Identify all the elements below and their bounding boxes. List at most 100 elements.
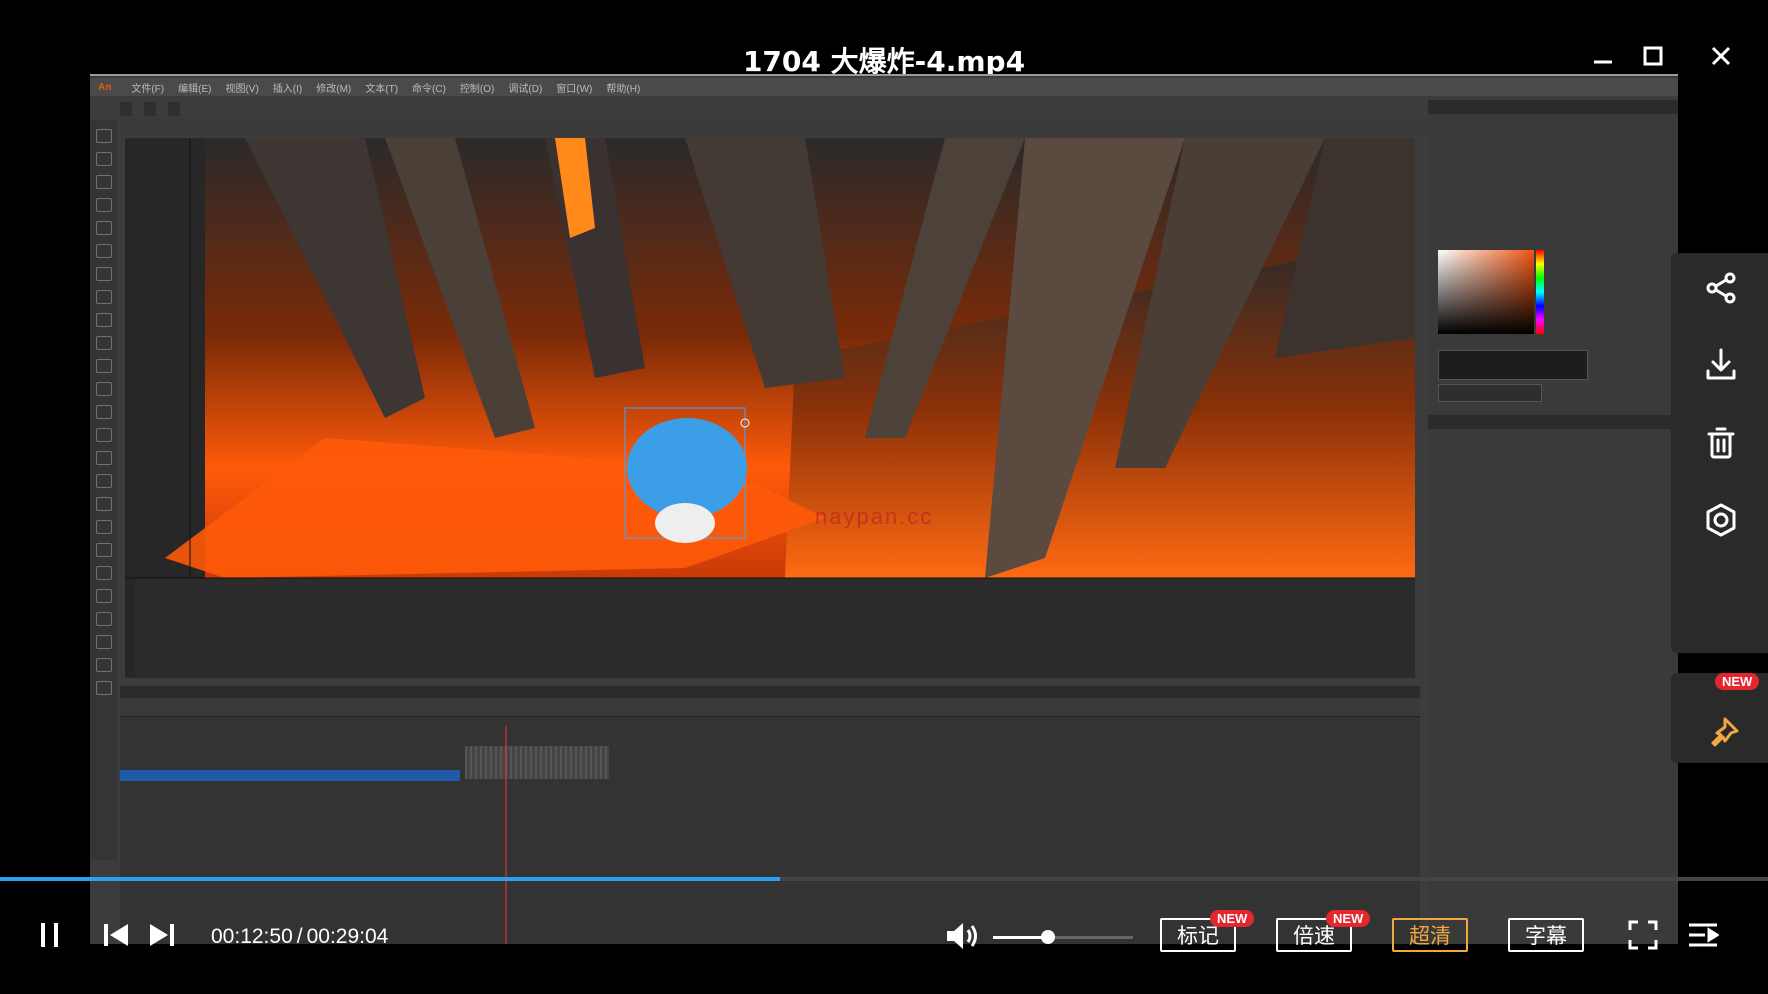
pin-panel: NEW xyxy=(1671,673,1768,763)
brush-tool-icon xyxy=(96,428,112,442)
menu-item: 插入(I) xyxy=(272,83,303,95)
progress-fill xyxy=(0,877,780,881)
selection-tool-icon xyxy=(96,129,112,143)
line-tool-icon xyxy=(96,290,112,304)
previous-icon xyxy=(104,924,128,946)
volume-knob[interactable] xyxy=(1040,930,1055,944)
pause-button[interactable] xyxy=(36,916,64,954)
delete-icon xyxy=(1707,427,1735,459)
hue-slider xyxy=(1536,250,1544,334)
playlist-button[interactable] xyxy=(1683,916,1723,954)
animation-stage xyxy=(125,138,1415,678)
eyedropper-tool-icon xyxy=(96,520,112,534)
new-badge: NEW xyxy=(1715,673,1760,690)
menu-item: 窗口(W) xyxy=(556,83,593,95)
keyframe-cells xyxy=(465,746,609,779)
new-badge: NEW xyxy=(1326,910,1371,927)
previous-button[interactable] xyxy=(100,916,132,954)
properties-tab xyxy=(1428,415,1678,429)
target-button[interactable] xyxy=(1701,500,1741,540)
text-tool-icon xyxy=(96,267,112,281)
camera-tool-icon xyxy=(96,589,112,603)
video-frame[interactable]: An 文件(F) 编辑(E) 视图(V) 插入(I) 修改(M) 文本(T) 命… xyxy=(90,74,1678,944)
next-icon xyxy=(150,924,174,946)
current-time: 00:12:50 xyxy=(211,925,293,948)
close-button[interactable] xyxy=(1703,38,1739,74)
frame-ruler xyxy=(465,726,1415,740)
properties-panel xyxy=(1428,100,1678,944)
download-icon xyxy=(1706,348,1736,380)
document-tab xyxy=(168,102,180,116)
time-display: 00:12:50/00:29:04 xyxy=(211,925,388,949)
add-swatch-button xyxy=(1438,384,1542,402)
minimize-icon xyxy=(1594,60,1612,64)
paint-bucket-tool-icon xyxy=(96,474,112,488)
fullscreen-button[interactable] xyxy=(1624,916,1662,954)
volume-slider[interactable] xyxy=(993,930,1133,944)
subtitle-button[interactable]: 字幕 xyxy=(1508,918,1584,952)
3d-tool-icon xyxy=(96,198,112,212)
explosion-artwork xyxy=(125,138,1415,678)
document-tab xyxy=(120,102,132,116)
color-swatch xyxy=(1438,350,1588,380)
volume-button[interactable] xyxy=(944,916,984,956)
app-menubar: An 文件(F) 编辑(E) 视图(V) 插入(I) 修改(M) 文本(T) 命… xyxy=(90,78,1678,96)
menu-item: 文本(T) xyxy=(365,83,399,95)
pencil-tool-icon xyxy=(96,382,112,396)
ink-bottle-tool-icon xyxy=(96,497,112,511)
rectangle-tool-icon xyxy=(96,313,112,327)
maximize-icon xyxy=(1643,46,1663,66)
paint-brush-tool-icon xyxy=(96,405,112,419)
lasso-tool-icon xyxy=(96,221,112,235)
bone-tool-icon xyxy=(96,451,112,465)
pin-button[interactable] xyxy=(1703,713,1743,753)
subselect-tool-icon xyxy=(96,152,112,166)
color-panel-tab xyxy=(1428,100,1678,114)
menu-item: 编辑(E) xyxy=(178,83,212,95)
target-icon xyxy=(1706,503,1736,537)
download-button[interactable] xyxy=(1701,345,1741,385)
pin-icon xyxy=(1711,717,1739,747)
minimize-button[interactable] xyxy=(1585,38,1621,74)
progress-bar[interactable] xyxy=(0,877,1768,881)
volume-fill xyxy=(993,936,1048,939)
document-tabs xyxy=(120,102,180,116)
player-controls: 00:12:50/00:29:04 标记 NEW 倍速 NEW 超清 字幕 xyxy=(0,888,1768,986)
maximize-button[interactable] xyxy=(1635,38,1671,74)
next-button[interactable] xyxy=(146,916,178,954)
side-action-bar xyxy=(1671,253,1768,653)
layer-row xyxy=(120,759,460,770)
stroke-color-icon xyxy=(96,658,112,672)
menu-item: 修改(M) xyxy=(316,83,352,95)
delete-button[interactable] xyxy=(1701,423,1741,463)
layer-row xyxy=(120,748,460,759)
eraser-tool-icon xyxy=(96,543,112,557)
fill-color-icon xyxy=(96,681,112,695)
pen-tool-icon xyxy=(96,244,112,258)
menu-item: 调试(D) xyxy=(508,83,543,95)
menu-item: 帮助(H) xyxy=(606,83,641,95)
transform-tool-icon xyxy=(96,175,112,189)
timeline-header xyxy=(120,686,1420,698)
pause-icon xyxy=(41,923,58,947)
share-button[interactable] xyxy=(1701,268,1741,308)
menu-item: 视图(V) xyxy=(225,83,259,95)
fullscreen-icon xyxy=(1628,920,1658,950)
menu-item: 控制(O) xyxy=(459,83,495,95)
close-icon xyxy=(1711,46,1731,66)
total-time: 00:29:04 xyxy=(306,925,389,948)
hand-tool-icon xyxy=(96,612,112,626)
share-icon xyxy=(1706,272,1736,304)
layer-row-selected xyxy=(120,770,460,781)
volume-icon xyxy=(947,923,977,949)
tools-panel xyxy=(90,120,118,860)
app-logo: An xyxy=(98,81,112,93)
quality-button[interactable]: 超清 xyxy=(1392,918,1468,952)
menu-item: 文件(F) xyxy=(131,83,165,95)
polystar-tool-icon xyxy=(96,359,112,373)
document-tab xyxy=(144,102,156,116)
zoom-tool-icon xyxy=(96,635,112,649)
layer-list xyxy=(120,748,460,781)
width-tool-icon xyxy=(96,566,112,580)
oval-tool-icon xyxy=(96,336,112,350)
